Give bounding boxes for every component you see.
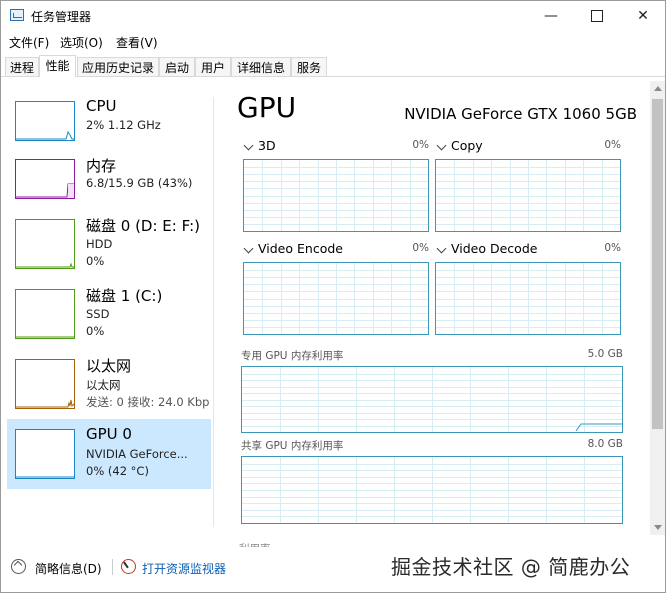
resource-item-ethernet[interactable]: 以太网 以太网 发送: 0 接收: 24.0 Kbp <box>7 355 211 425</box>
tab-services[interactable]: 服务 <box>291 57 327 77</box>
engine-label: 3D <box>258 138 276 153</box>
chevron-down-icon <box>243 140 254 150</box>
tab-details[interactable]: 详细信息 <box>231 57 291 77</box>
engine-selector-3d[interactable]: 3D <box>243 138 276 153</box>
gpu-detail-panel: GPU NVIDIA GeForce GTX 1060 5GB 3D 0% Co… <box>237 91 637 531</box>
close-button[interactable]: ✕ <box>620 1 665 31</box>
resource-item-gpu-0[interactable]: GPU 0 NVIDIA GeForce... 0% (42 °C) <box>7 419 211 489</box>
engine-graph-video-decode <box>435 262 621 335</box>
resource-title: 磁盘 1 (C:) <box>86 287 163 305</box>
shared-memory-max: 8.0 GB <box>587 438 623 450</box>
shared-memory-label: 共享 GPU 内存利用率 <box>241 440 344 452</box>
resource-title: 以太网 <box>86 357 132 375</box>
dedicated-memory-graph <box>241 366 623 433</box>
maximize-button[interactable] <box>574 1 620 31</box>
resource-title: 内存 <box>86 157 117 175</box>
resource-title: GPU 0 <box>86 425 132 443</box>
panel-divider <box>213 97 214 527</box>
resource-type: HDD <box>86 237 113 251</box>
scrollbar-thumb[interactable] <box>652 99 663 429</box>
resource-monitor-icon <box>121 559 136 574</box>
maximize-icon <box>591 10 603 22</box>
fewer-details-link[interactable]: 简略信息(D) <box>35 560 102 577</box>
minimize-button[interactable]: — <box>528 1 574 31</box>
menu-view[interactable]: 查看(V) <box>116 34 158 51</box>
cpu-mini-graph <box>15 101 75 141</box>
dedicated-memory-max: 5.0 GB <box>587 348 623 360</box>
chevron-down-icon <box>436 140 447 150</box>
engine-percent: 0% <box>412 242 429 254</box>
task-manager-window: 任务管理器 — ✕ 文件(F) 选项(O) 查看(V) 进程 性能 应用历史记录… <box>0 0 666 593</box>
title-bar: 任务管理器 — ✕ <box>1 1 665 31</box>
engine-selector-video-decode[interactable]: Video Decode <box>436 241 537 256</box>
scroll-up-icon[interactable] <box>654 86 662 91</box>
resource-title: CPU <box>86 97 117 115</box>
collapse-chevron-icon[interactable] <box>11 559 26 574</box>
chevron-down-icon <box>243 243 254 253</box>
menu-options[interactable]: 选项(O) <box>60 34 103 51</box>
bottom-divider <box>112 559 113 575</box>
resource-stat: 0% <box>86 324 105 338</box>
resource-stat: 发送: 0 接收: 24.0 Kbp <box>86 395 210 409</box>
resource-title: 磁盘 0 (D: E: F:) <box>86 217 200 235</box>
shared-memory-graph <box>241 456 623 524</box>
resource-type: 以太网 <box>86 378 121 392</box>
open-resource-monitor-link[interactable]: 打开资源监视器 <box>142 560 226 577</box>
scroll-down-icon[interactable] <box>654 525 662 530</box>
bottom-bar: 简略信息(D) 打开资源监视器 掘金技术社区 @ 简鹿办公 <box>1 547 665 592</box>
gpu-model-name: NVIDIA GeForce GTX 1060 5GB <box>404 105 637 123</box>
vertical-scrollbar[interactable] <box>650 81 665 535</box>
engine-percent: 0% <box>604 139 621 151</box>
gpu-title: GPU <box>237 91 297 124</box>
engine-label: Video Encode <box>258 241 343 256</box>
tab-performance[interactable]: 性能 <box>39 55 76 77</box>
menu-bar: 文件(F) 选项(O) 查看(V) <box>1 31 665 53</box>
engine-selector-video-encode[interactable]: Video Encode <box>243 241 343 256</box>
disk1-mini-graph <box>15 289 75 339</box>
engine-label: Copy <box>451 138 483 153</box>
tab-startup[interactable]: 启动 <box>159 57 195 77</box>
resource-stat: 2% 1.12 GHz <box>86 118 161 132</box>
resource-type: SSD <box>86 307 110 321</box>
engine-graph-video-encode <box>243 262 429 335</box>
window-title: 任务管理器 <box>31 10 92 24</box>
engine-selector-copy[interactable]: Copy <box>436 138 483 153</box>
disk0-mini-graph <box>15 219 75 269</box>
task-manager-icon <box>10 9 24 21</box>
watermark-text: 掘金技术社区 @ 简鹿办公 <box>391 555 631 579</box>
resource-item-disk-0[interactable]: 磁盘 0 (D: E: F:) HDD 0% <box>7 215 211 285</box>
chevron-down-icon <box>436 243 447 253</box>
resource-stat: 6.8/15.9 GB (43%) <box>86 176 193 190</box>
tab-bar: 进程 性能 应用历史记录 启动 用户 详细信息 服务 <box>1 55 665 77</box>
resource-stat: 0% <box>86 254 105 268</box>
dedicated-memory-label: 专用 GPU 内存利用率 <box>241 350 344 362</box>
engine-percent: 0% <box>412 139 429 151</box>
resource-stat: 0% (42 °C) <box>86 464 149 478</box>
tab-users[interactable]: 用户 <box>195 57 231 77</box>
engine-graph-3d <box>243 159 429 232</box>
memory-mini-graph <box>15 159 75 199</box>
resource-list: CPU 2% 1.12 GHz 内存 6.8/15.9 GB (43%) 磁盘 … <box>1 97 213 547</box>
gpu-mini-graph <box>15 429 75 479</box>
engine-percent: 0% <box>604 242 621 254</box>
ethernet-mini-graph <box>15 359 75 409</box>
menu-file[interactable]: 文件(F) <box>9 34 49 51</box>
tab-processes[interactable]: 进程 <box>5 57 39 77</box>
engine-label: Video Decode <box>451 241 538 256</box>
resource-type: NVIDIA GeForce... <box>86 447 188 461</box>
engine-graph-copy <box>435 159 621 232</box>
resource-item-disk-1[interactable]: 磁盘 1 (C:) SSD 0% <box>7 285 211 355</box>
tab-app-history[interactable]: 应用历史记录 <box>77 57 159 77</box>
